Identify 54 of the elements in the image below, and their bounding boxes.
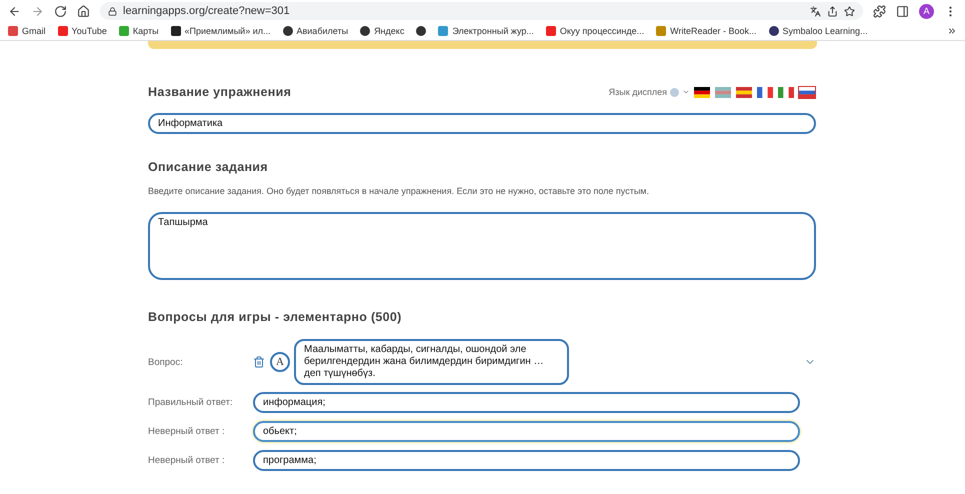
translate-icon[interactable] bbox=[810, 6, 821, 16]
more-bookmarks-icon[interactable] bbox=[947, 26, 957, 36]
star-icon[interactable] bbox=[844, 6, 855, 16]
field-label: Вопрос: bbox=[148, 356, 184, 368]
home-icon[interactable] bbox=[77, 4, 90, 18]
globe-icon bbox=[360, 26, 370, 36]
back-icon[interactable] bbox=[8, 4, 21, 18]
bookmark-icon bbox=[58, 26, 68, 36]
side-panel-icon[interactable] bbox=[896, 4, 909, 18]
field-label: Неверный ответ : bbox=[148, 455, 226, 466]
bookmark-icon bbox=[8, 26, 18, 36]
bookmark-link[interactable]: YouTube bbox=[72, 26, 107, 36]
reload-icon[interactable] bbox=[54, 4, 67, 18]
language-label: Язык дисплея bbox=[608, 87, 667, 97]
bookmark-icon bbox=[438, 26, 448, 36]
field-label: Правильный ответ: bbox=[148, 397, 234, 408]
lock-icon bbox=[108, 6, 117, 16]
answer-input[interactable]: программа; bbox=[253, 450, 800, 471]
bookmark-link[interactable]: «Приемлимый» ил... bbox=[184, 26, 270, 36]
share-icon[interactable] bbox=[827, 6, 838, 16]
font-button[interactable]: A bbox=[270, 352, 290, 372]
title-input[interactable]: Информатика bbox=[148, 113, 816, 134]
profile-avatar[interactable]: A bbox=[919, 4, 934, 18]
hint-text: Введите описание задания. Оно будет появляться в начале упражнения. Если это не нужно, оставьте это поле пустым. bbox=[148, 186, 650, 196]
bookmark-icon bbox=[768, 26, 779, 36]
field-label: Неверный ответ : bbox=[148, 426, 226, 437]
bookmark-link[interactable]: Symbaloo Learning... bbox=[782, 26, 868, 36]
trash-icon[interactable] bbox=[253, 356, 265, 368]
bookmark-link[interactable]: Авиабилеты bbox=[296, 26, 348, 36]
globe-icon bbox=[416, 26, 426, 36]
section-heading: Название упражнения bbox=[148, 85, 292, 99]
bookmark-icon bbox=[546, 26, 556, 36]
answer-input[interactable]: информация; bbox=[253, 392, 800, 413]
section-heading: Описание задания bbox=[148, 160, 269, 174]
section-heading: Вопросы для игры - элементарно (500) bbox=[148, 310, 403, 324]
bookmark-link[interactable]: Окуу процессинде... bbox=[560, 26, 644, 36]
address-bar[interactable]: learningapps.org/create?new=301 bbox=[100, 2, 863, 20]
globe-icon bbox=[282, 26, 292, 36]
answer-input[interactable]: обьект; bbox=[253, 421, 800, 442]
bookmark-link[interactable]: WriteReader - Book... bbox=[670, 26, 757, 36]
bookmark-icon bbox=[170, 26, 181, 36]
url-text: learningapps.org/create?new=301 bbox=[123, 5, 290, 17]
description-textarea[interactable]: Тапшырма bbox=[148, 212, 816, 280]
extensions-icon[interactable] bbox=[873, 4, 886, 18]
bookmark-link[interactable]: Карты bbox=[132, 26, 159, 36]
bookmark-icon bbox=[118, 26, 129, 36]
bookmark-link[interactable]: Электронный жур... bbox=[452, 26, 534, 36]
bookmark-icon bbox=[656, 26, 666, 36]
bookmark-link[interactable]: Gmail bbox=[22, 26, 46, 36]
dropdown-icon[interactable] bbox=[682, 88, 690, 96]
question-input[interactable]: Маалыматты, кабарды, сигналды, ошондой эле берилгендердин жана билимдердин биримдигин … деп түшүнөбүз. bbox=[294, 339, 569, 385]
flag-icon[interactable] bbox=[693, 86, 711, 98]
bookmark-link[interactable]: Яндекс bbox=[374, 26, 404, 36]
forward-icon[interactable] bbox=[31, 4, 44, 18]
